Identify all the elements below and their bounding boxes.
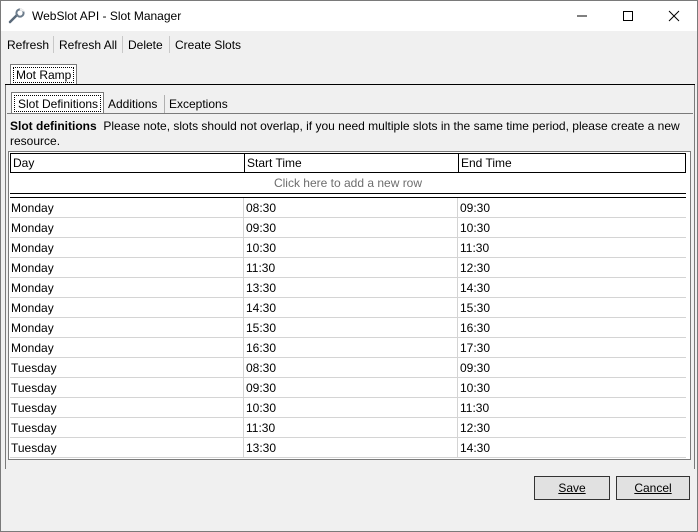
panel-border-left [5,85,6,469]
table-row[interactable]: Monday 10:30 11:30 [10,238,686,258]
cell-start-time[interactable]: 08:30 [243,358,457,378]
tab-separator [164,95,165,113]
table-row[interactable]: Monday 15:30 16:30 [10,318,686,338]
cell-start-time[interactable]: 13:30 [243,438,457,458]
panel-border-right [694,85,695,469]
toolbar-separator [53,36,54,53]
wrench-icon [8,8,25,24]
tab-slot-definitions[interactable]: Slot Definitions [11,92,104,114]
cell-start-time[interactable]: 15:30 [243,318,457,338]
add-new-row[interactable]: Click here to add a new row [10,173,686,193]
grid-rows: Monday 08:30 09:30 Monday 09:30 10:30 Monday 10… [10,198,686,458]
cell-end-time[interactable]: 17:30 [457,338,686,358]
cell-end-time[interactable]: 16:30 [457,318,686,338]
app-window: WebSlot API - Slot Manager Refresh Refre… [0,0,698,532]
cell-end-time[interactable]: 09:30 [457,198,686,218]
cell-end-time[interactable]: 12:30 [457,418,686,438]
save-button[interactable]: Save [534,476,610,500]
tab-slot-definitions-label: Slot Definitions [14,95,101,112]
cell-start-time[interactable]: 10:30 [243,398,457,418]
table-row[interactable]: Tuesday 10:30 11:30 [10,398,686,418]
cancel-label: Cancel [634,481,672,495]
cell-day[interactable]: Monday [10,338,243,358]
cell-end-time[interactable]: 11:30 [457,398,686,418]
cell-start-time[interactable]: 10:30 [243,238,457,258]
column-header-start-time[interactable]: Start Time [244,154,458,172]
grid-header: Day Start Time End Time [10,153,686,173]
title-bar: WebSlot API - Slot Manager [1,1,697,31]
column-header-end-time[interactable]: End Time [458,154,685,172]
cell-day[interactable]: Monday [10,318,243,338]
cell-day[interactable]: Monday [10,298,243,318]
cell-day[interactable]: Tuesday [10,438,243,458]
table-row[interactable]: Monday 14:30 15:30 [10,298,686,318]
column-header-day[interactable]: Day [11,154,244,172]
table-row[interactable]: Monday 13:30 14:30 [10,278,686,298]
table-row[interactable]: Tuesday 08:30 09:30 [10,358,686,378]
cell-end-time[interactable]: 14:30 [457,278,686,298]
description-text: Please note, slots should not overlap, i… [10,119,680,148]
close-button[interactable] [651,1,697,31]
table-row[interactable]: Tuesday 13:30 14:30 [10,438,686,458]
cell-start-time[interactable]: 14:30 [243,298,457,318]
cell-start-time[interactable]: 08:30 [243,198,457,218]
description-heading: Slot definitions [10,119,97,133]
slot-definitions-description: Slot definitions Please note, slots shou… [10,119,690,149]
cell-end-time[interactable]: 09:30 [457,358,686,378]
save-label: Save [558,481,586,495]
cell-start-time[interactable]: 13:30 [243,278,457,298]
tab-mot-ramp[interactable]: Mot Ramp [10,64,77,85]
table-row[interactable]: Tuesday 11:30 12:30 [10,418,686,438]
cell-end-time[interactable]: 10:30 [457,378,686,398]
cell-start-time[interactable]: 09:30 [243,218,457,238]
cell-day[interactable]: Tuesday [10,398,243,418]
table-row[interactable]: Tuesday 09:30 10:30 [10,378,686,398]
cell-day[interactable]: Monday [10,258,243,278]
create-slots-button[interactable]: Create Slots [175,38,241,52]
minimize-button[interactable] [559,1,605,31]
table-row[interactable]: Monday 16:30 17:30 [10,338,686,358]
cell-end-time[interactable]: 14:30 [457,438,686,458]
tab-additions[interactable]: Additions [108,97,157,111]
cell-end-time[interactable]: 15:30 [457,298,686,318]
cell-day[interactable]: Monday [10,198,243,218]
cell-end-time[interactable]: 10:30 [457,218,686,238]
table-row[interactable]: Monday 09:30 10:30 [10,218,686,238]
maximize-button[interactable] [605,1,651,31]
cell-start-time[interactable]: 09:30 [243,378,457,398]
window-title: WebSlot API - Slot Manager [32,9,182,23]
toolbar-separator [169,36,170,53]
cell-day[interactable]: Tuesday [10,358,243,378]
table-row[interactable]: Monday 11:30 12:30 [10,258,686,278]
tab-exceptions[interactable]: Exceptions [169,97,228,111]
toolbar-separator [122,36,123,53]
refresh-button[interactable]: Refresh [7,38,49,52]
cell-end-time[interactable]: 11:30 [457,238,686,258]
table-row[interactable]: Monday 08:30 09:30 [10,198,686,218]
tab-mot-ramp-label: Mot Ramp [13,67,74,83]
cell-day[interactable]: Tuesday [10,418,243,438]
tab-strip-border [5,84,695,85]
cell-end-time[interactable]: 12:30 [457,258,686,278]
maximize-icon [623,11,633,21]
close-icon [668,10,680,22]
cancel-button[interactable]: Cancel [616,476,690,500]
sub-tab-strip-border [7,113,693,114]
cell-start-time[interactable]: 11:30 [243,418,457,438]
cell-day[interactable]: Monday [10,278,243,298]
refresh-all-button[interactable]: Refresh All [59,38,117,52]
cell-day[interactable]: Tuesday [10,378,243,398]
slot-grid[interactable]: Day Start Time End Time Click here to ad… [8,151,691,460]
cell-day[interactable]: Monday [10,238,243,258]
toolbar: Refresh Refresh All Delete Create Slots [1,31,697,58]
minimize-icon [577,15,587,17]
cell-day[interactable]: Monday [10,218,243,238]
cell-start-time[interactable]: 16:30 [243,338,457,358]
delete-button[interactable]: Delete [128,38,163,52]
cell-start-time[interactable]: 11:30 [243,258,457,278]
